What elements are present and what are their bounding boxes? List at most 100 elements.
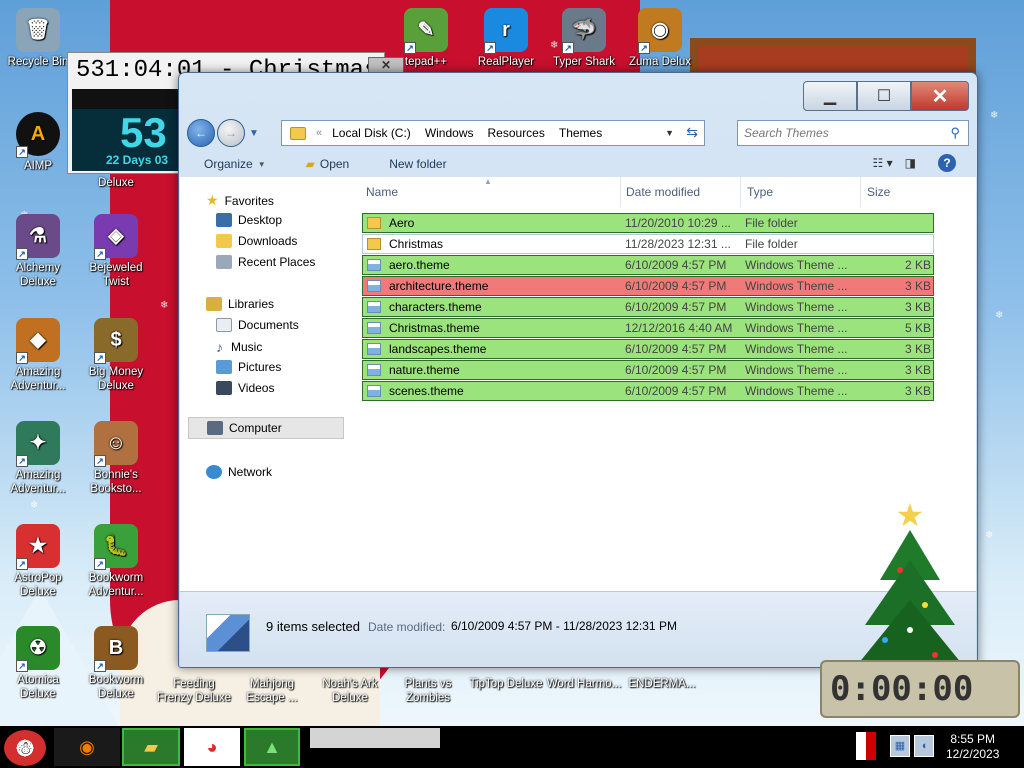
desktop-icon-big-money[interactable]: $ ↗ Big Money Deluxe <box>78 318 154 393</box>
nav-label: Libraries <box>228 297 275 311</box>
close-button[interactable]: ✕ <box>911 81 969 111</box>
taskbar-explorer[interactable]: ▰ <box>122 728 180 766</box>
recent-pages-dropdown[interactable]: ▼ <box>249 128 259 139</box>
breadcrumb-local-disk[interactable]: Local Disk (C:) <box>332 126 411 140</box>
desktop-icon-label: Deluxe <box>98 177 134 189</box>
nav-favorites[interactable]: ★ Favorites <box>206 192 274 209</box>
desktop-icon-label: Bonnie's Booksto... <box>90 469 142 495</box>
taskbar-empty-slot[interactable] <box>310 728 440 748</box>
back-button[interactable]: ← <box>187 119 215 147</box>
refresh-icon[interactable]: ⇆ <box>686 124 698 141</box>
nav-videos[interactable]: Videos <box>216 381 274 395</box>
christmas-tree-icon: ▲ <box>263 736 281 757</box>
desktop-icon-label: Noah's Ark Deluxe <box>322 678 378 704</box>
desktop-icon-typer-shark[interactable]: 🦈 ↗ Typer Shark <box>546 8 622 69</box>
taskbar-chrome[interactable]: ◕ <box>184 728 240 766</box>
nav-recent-places[interactable]: Recent Places <box>216 255 315 269</box>
snowflake-icon: ❄ <box>160 300 169 311</box>
desktop-icon-aimp[interactable]: A ↗ AIMP <box>0 112 76 173</box>
desktop-icon-bonnies-bookstore[interactable]: ☺ ↗ Bonnie's Booksto... <box>78 421 154 496</box>
nav-desktop[interactable]: Desktop <box>216 213 282 227</box>
search-icon[interactable]: ⚲ <box>950 125 960 141</box>
new-folder-button[interactable]: New folder <box>389 157 446 171</box>
preview-pane-icon[interactable]: ◨ <box>905 156 916 170</box>
file-row[interactable]: Christmas 11/28/2023 12:31 ... File folder <box>362 234 934 254</box>
desktop-icon-label: RealPlayer <box>477 56 535 68</box>
address-bar[interactable]: « Local Disk (C:) Windows Resources Them… <box>281 120 705 146</box>
column-header-name[interactable]: Name <box>366 185 398 205</box>
desktop-icon-atomica[interactable]: ☢ ↗ Atomica Deluxe <box>0 626 76 701</box>
start-button[interactable]: ☃ <box>4 730 46 766</box>
desktop-icon-bookworm-deluxe[interactable]: B ↗ Bookworm Deluxe <box>78 626 154 701</box>
desktop-icon-astropop[interactable]: ★ ↗ AstroPop Deluxe <box>0 524 76 599</box>
column-header-date-modified[interactable]: Date modified <box>626 185 700 205</box>
file-name: architecture.theme <box>389 279 489 293</box>
nav-computer[interactable]: Computer <box>188 417 344 439</box>
desktop-icon-amazing-adventures-1[interactable]: ◆ ↗ Amazing Adventur... <box>0 318 76 393</box>
breadcrumb-resources[interactable]: Resources <box>488 126 545 140</box>
desktop-icon-label: Recycle Bin <box>7 56 69 68</box>
desktop-icon-bejeweled-twist[interactable]: ◈ ↗ Bejeweled Twist <box>78 214 154 289</box>
desktop-icon-plants-vs-zombies[interactable]: Plants vs Zombies <box>390 677 466 705</box>
file-row[interactable]: scenes.theme 6/10/2009 4:57 PM Windows The… <box>362 381 934 401</box>
desktop-icon-amazing-adventures-2[interactable]: ✦ ↗ Amazing Adventur... <box>0 421 76 496</box>
desktop-icon-label: ENDERMA... <box>628 678 696 690</box>
taskbar-tree-app[interactable]: ▲ <box>244 728 300 766</box>
minimize-button[interactable]: ▁ <box>803 81 857 111</box>
file-row[interactable]: aero.theme 6/10/2009 4:57 PM Windows Theme… <box>362 255 934 275</box>
desktop-icon-noahs-ark[interactable]: Noah's Ark Deluxe <box>312 677 388 705</box>
aimp-icon: A ↗ <box>16 112 60 158</box>
recycle-bin-icon: 🗑 <box>16 8 60 52</box>
file-row[interactable]: nature.theme 6/10/2009 4:57 PM Windows The… <box>362 360 934 380</box>
desktop-icon-feeding-frenzy[interactable]: Feeding Frenzy Deluxe <box>156 677 232 705</box>
nav-documents[interactable]: Documents <box>216 318 299 332</box>
column-divider[interactable] <box>620 177 621 207</box>
desktop-icon-zuma-deluxe[interactable]: ◉ ↗ Zuma Delux <box>622 8 698 69</box>
column-header-type[interactable]: Type <box>747 185 773 205</box>
file-row[interactable]: architecture.theme 6/10/2009 4:57 PM Windo… <box>362 276 934 296</box>
search-box[interactable]: Search Themes ⚲ <box>737 120 969 146</box>
file-name: nature.theme <box>389 363 460 377</box>
countdown-days: 22 Days 03 <box>106 153 169 167</box>
nav-downloads[interactable]: Downloads <box>216 234 297 248</box>
desktop-icon-deluxe[interactable]: Deluxe <box>78 176 154 190</box>
network-icon <box>206 465 222 479</box>
desktop-icon-bookworm-adventures[interactable]: 🐛 ↗ Bookworm Adventur... <box>78 524 154 599</box>
column-divider[interactable] <box>860 177 861 207</box>
desktop-icon-recycle-bin[interactable]: 🗑 Recycle Bin <box>0 8 76 69</box>
file-row[interactable]: Aero 11/20/2010 10:29 ... File folder <box>362 213 934 233</box>
breadcrumb-themes[interactable]: Themes <box>559 126 602 140</box>
taskbar-clock[interactable]: 8:55 PM 12/2/2023 <box>946 732 999 762</box>
file-date: 6/10/2009 4:57 PM <box>625 258 727 272</box>
file-row[interactable]: Christmas.theme 12/12/2016 4:40 AM Windows… <box>362 318 934 338</box>
forward-button[interactable]: → <box>217 119 245 147</box>
help-icon[interactable]: ? <box>938 154 956 172</box>
network-tray-icon[interactable]: ▦ <box>890 735 910 757</box>
desktop-icon-word-harmony[interactable]: Word Harmo... <box>546 677 622 691</box>
theme-file-icon <box>367 280 381 292</box>
view-options-icon[interactable]: ☷ ▾ <box>873 156 893 170</box>
breadcrumb-windows[interactable]: Windows <box>425 126 474 140</box>
documents-icon <box>216 318 232 332</box>
open-button[interactable]: ▰ Open <box>306 157 350 171</box>
volume-icon[interactable]: ◖ <box>914 735 934 757</box>
nav-libraries[interactable]: Libraries <box>206 297 274 311</box>
desktop-icon-realplayer[interactable]: r ↗ RealPlayer <box>468 8 544 69</box>
file-row[interactable]: characters.theme 6/10/2009 4:57 PM Windows… <box>362 297 934 317</box>
desktop-icon-mahjong-escape[interactable]: Mahjong Escape ... <box>234 677 310 705</box>
file-name: Aero <box>389 216 415 230</box>
taskbar-firefox[interactable]: ◉ <box>54 728 120 766</box>
desktop-icon-tiptop[interactable]: TipTop Deluxe <box>468 677 544 691</box>
maximize-button[interactable]: ☐ <box>857 81 911 111</box>
nav-network[interactable]: Network <box>206 465 272 479</box>
nav-music[interactable]: ♪ Music <box>216 339 262 355</box>
column-divider[interactable] <box>740 177 741 207</box>
address-dropdown-icon[interactable]: ▼ <box>665 128 674 138</box>
firefox-icon: ◉ <box>79 736 95 757</box>
desktop-icon-enderman[interactable]: ENDERMA... <box>624 677 700 691</box>
column-header-size[interactable]: Size <box>867 185 890 205</box>
desktop-icon-alchemy[interactable]: ⚗ ↗ Alchemy Deluxe <box>0 214 76 289</box>
organize-button[interactable]: Organize ▼ <box>204 157 266 171</box>
nav-pictures[interactable]: Pictures <box>216 360 281 374</box>
file-row[interactable]: landscapes.theme 6/10/2009 4:57 PM Windows… <box>362 339 934 359</box>
